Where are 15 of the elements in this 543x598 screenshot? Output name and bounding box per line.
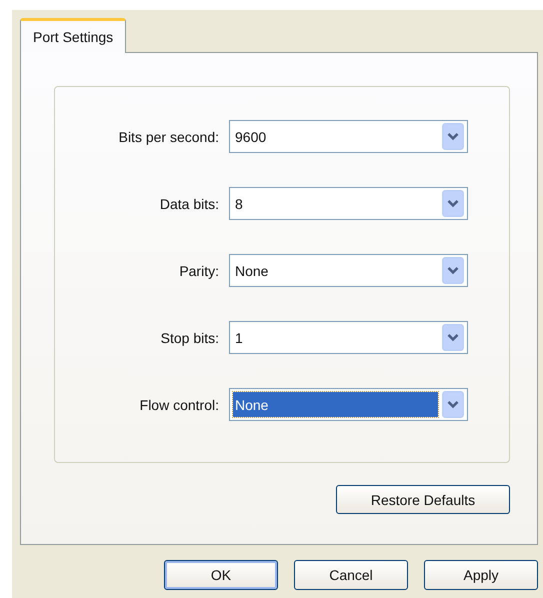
restore-defaults-button[interactable]: Restore Defaults [336, 485, 510, 514]
dropdown[interactable]: None [229, 388, 468, 421]
dropdown[interactable]: None [229, 254, 468, 287]
dropdown[interactable]: 8 [229, 187, 468, 220]
dialog-button[interactable]: Cancel [294, 560, 408, 590]
dialog-button[interactable]: OK [164, 560, 278, 590]
tab[interactable]: Port Settings [20, 18, 126, 53]
field-label: Stop bits: [160, 330, 220, 346]
field-label: Parity: [178, 262, 220, 278]
field-label: Bits per second: [118, 128, 220, 144]
dropdown[interactable]: 9600 [229, 120, 468, 153]
dialog-button[interactable]: Apply [424, 560, 538, 590]
field-label: Flow control: [138, 396, 220, 412]
dropdown[interactable]: 1 [229, 321, 468, 354]
field-label: Data bits: [158, 196, 220, 212]
